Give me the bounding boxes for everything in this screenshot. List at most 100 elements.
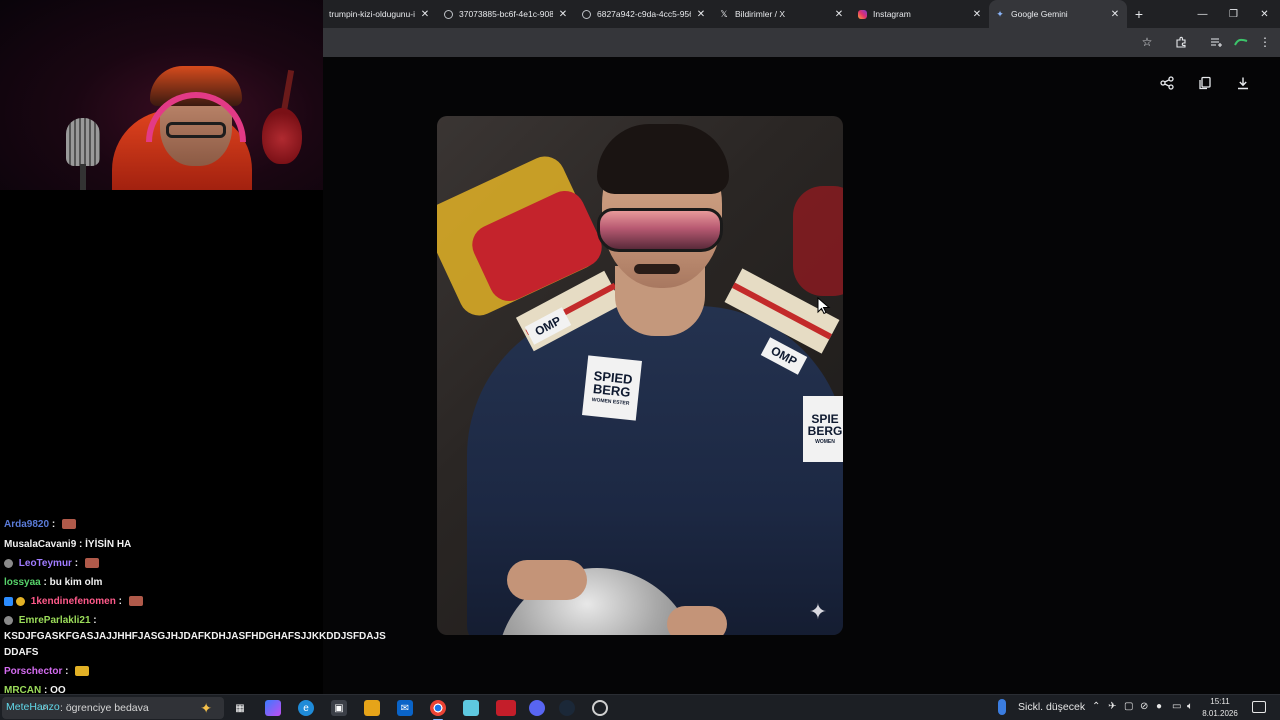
tray-chevron-icon[interactable]: ⌃	[1092, 701, 1100, 712]
extensions-icon[interactable]	[1173, 34, 1189, 50]
emote-icon	[75, 666, 90, 677]
voicemeeter-icon[interactable]	[496, 700, 516, 716]
weather-widget[interactable]: Sickl. düşecek	[998, 699, 1085, 715]
hand-left	[507, 560, 587, 600]
tray-app-icon[interactable]: ✈	[1108, 701, 1116, 712]
chat-message: 1kendinefenomen :	[4, 596, 143, 607]
tab-5[interactable]: Instagram ✕	[851, 0, 989, 28]
clock-date: 8.01.2026	[1202, 709, 1238, 718]
chat-username: MeteHanzo	[6, 701, 60, 713]
notepad-icon[interactable]	[463, 700, 479, 716]
chat-message: Porschector :	[4, 666, 90, 677]
patch-line: BERG	[592, 381, 632, 400]
close-tab-icon[interactable]: ✕	[833, 9, 845, 20]
close-window-icon[interactable]: ✕	[1249, 0, 1280, 28]
profile-icon[interactable]	[1233, 34, 1249, 50]
emote-icon	[128, 596, 143, 607]
chat-username: LeoTeymur	[18, 558, 72, 569]
volume-icon[interactable]: 🔈︎	[1187, 701, 1193, 712]
tray-app-icon[interactable]: ⊘	[1140, 701, 1148, 712]
mail-icon[interactable]: ✉	[397, 700, 413, 716]
task-view-icon[interactable]: ▦	[232, 700, 248, 716]
close-tab-icon[interactable]: ✕	[695, 9, 707, 20]
thermometer-icon	[998, 699, 1006, 715]
weather-text: Sickl. düşecek	[1018, 701, 1086, 713]
network-icon[interactable]: ▭	[1172, 701, 1181, 712]
emote-icon	[61, 519, 76, 530]
minimize-icon[interactable]: —	[1187, 0, 1218, 28]
microphone-stand	[80, 164, 86, 190]
microphone-icon[interactable]: ●	[1156, 701, 1162, 712]
badge-icon	[4, 558, 13, 568]
globe-icon	[581, 9, 591, 19]
chat-text: :	[74, 558, 79, 569]
spiedberg-patch-right: SPIE BERG WOMEN	[803, 396, 843, 462]
new-tab-button[interactable]: +	[1127, 6, 1151, 22]
steam-icon[interactable]	[559, 700, 575, 716]
background-right-shape	[793, 186, 843, 296]
system-clock[interactable]: 15:11 8.01.2026	[1200, 696, 1240, 720]
notification-icon[interactable]	[1252, 701, 1266, 713]
close-tab-icon[interactable]: ✕	[557, 9, 569, 20]
share-icon[interactable]	[1158, 74, 1176, 92]
emote-icon	[84, 558, 99, 569]
chat-username: Arda9820	[4, 519, 50, 530]
stream-chat: Arda9820 : MusalaCavani9 : İYİSİN HA Leo…	[0, 516, 400, 696]
window-controls: — ❐ ✕	[1187, 0, 1280, 28]
tray-app-icon[interactable]: ▢	[1124, 701, 1133, 712]
chat-message: EmreParlakli21 :	[4, 615, 97, 626]
browser-tab-strip: trumpin-kizi-oldugunu-id ✕ 37073885-bc6f…	[323, 0, 1280, 28]
chat-text: :	[65, 666, 69, 677]
microphone	[66, 118, 100, 166]
copilot-icon[interactable]	[265, 700, 281, 716]
close-tab-icon[interactable]: ✕	[419, 9, 431, 20]
chat-message: lossyaa : bu kim olm	[4, 577, 102, 588]
webcam-overlay	[0, 0, 323, 190]
chrome-icon[interactable]	[430, 700, 446, 720]
instagram-icon	[857, 9, 867, 19]
chat-username: lossyaa	[4, 577, 41, 588]
tab-2[interactable]: 37073885-bc6f-4e1c-908 ✕	[437, 0, 575, 28]
close-tab-icon[interactable]: ✕	[1109, 9, 1121, 20]
chat-message: LeoTeymur :	[4, 558, 99, 569]
globe-icon	[443, 9, 453, 19]
tab-1[interactable]: trumpin-kizi-oldugunu-id ✕	[323, 0, 437, 28]
tab-title: trumpin-kizi-oldugunu-id	[329, 9, 415, 19]
restore-icon[interactable]: ❐	[1218, 0, 1249, 28]
tab-6[interactable]: ✦ Google Gemini ✕	[989, 0, 1127, 28]
chat-text: :	[51, 519, 58, 530]
store-icon[interactable]: ▣	[331, 700, 347, 716]
chat-text: : bu kim olm	[43, 577, 103, 588]
reading-list-icon[interactable]	[1208, 34, 1224, 50]
patch-small: WOMEN	[815, 439, 835, 445]
close-tab-icon[interactable]: ✕	[971, 9, 983, 20]
obs-icon[interactable]	[592, 700, 608, 716]
chat-text: :	[118, 596, 122, 607]
gemini-icon: ✦	[996, 8, 1004, 19]
generated-image[interactable]: OMP OMP SPIED BERG WOMEN ESTER SPIE BERG…	[437, 116, 843, 635]
chat-message: MusalaCavani9 : İYİSİN HA	[4, 539, 131, 550]
streamer-glasses	[166, 122, 226, 138]
chat-username: MusalaCavani9	[4, 539, 77, 550]
tab-title: 6827a942-c9da-4cc5-956	[597, 9, 691, 19]
chat-text: :	[93, 615, 97, 626]
badge-icon	[16, 596, 25, 606]
tab-3[interactable]: 6827a942-c9da-4cc5-956 ✕	[575, 0, 713, 28]
tab-title: Instagram	[873, 9, 911, 19]
hair	[597, 124, 729, 194]
download-icon[interactable]	[1234, 74, 1252, 92]
badge-icon	[4, 596, 13, 606]
tab-4[interactable]: 𝕏 Bildirimler / X ✕	[713, 0, 851, 28]
edge-icon[interactable]: e	[298, 700, 314, 716]
discord-icon[interactable]	[529, 700, 545, 716]
menu-kebab-icon[interactable]: ⋮	[1257, 34, 1273, 50]
mouse-cursor-icon	[817, 297, 831, 315]
tab-title: 37073885-bc6f-4e1c-908	[459, 9, 553, 19]
sunglasses	[597, 208, 723, 252]
chat-username: 1kendinefenomen	[30, 596, 116, 607]
copy-icon[interactable]	[1196, 74, 1214, 92]
taskbar-search[interactable]: ⌕ MeteHanzo : ögrenciye bedava ✦	[2, 697, 224, 719]
chat-text: : İYİSİN HA	[79, 539, 132, 550]
file-explorer-icon[interactable]	[364, 700, 380, 716]
bookmark-star-icon[interactable]: ☆	[1139, 34, 1155, 50]
